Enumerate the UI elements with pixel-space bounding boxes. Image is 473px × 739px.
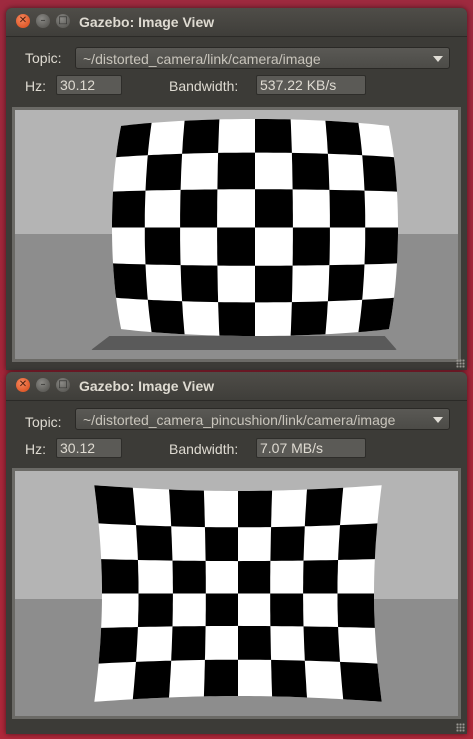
- checker-square: [327, 264, 365, 302]
- minimize-icon[interactable]: –: [36, 14, 50, 28]
- resize-grip-icon[interactable]: [456, 723, 465, 732]
- checker-square: [217, 227, 255, 266]
- topic-dropdown[interactable]: ~/distorted_camera/link/camera/image: [75, 47, 450, 69]
- checker-square: [116, 122, 152, 158]
- bandwidth-label: Bandwidth:: [169, 78, 239, 94]
- checker-square: [204, 527, 238, 562]
- checker-square: [338, 523, 378, 560]
- checker-square: [358, 297, 394, 333]
- checker-square: [98, 627, 138, 664]
- checker-square: [270, 593, 304, 627]
- camera-image-view[interactable]: [12, 107, 461, 362]
- topic-value: ~/distorted_camera_pincushion/link/camer…: [83, 412, 396, 428]
- minimize-icon[interactable]: –: [36, 378, 50, 392]
- checker-square: [362, 155, 397, 192]
- window-titlebar[interactable]: ✕ – □ Gazebo: Image View: [6, 8, 467, 37]
- image-view-window-2: ✕ – □ Gazebo: Image View Topic: ~/distor…: [6, 372, 467, 734]
- checker-square: [337, 593, 375, 628]
- maximize-icon[interactable]: □: [56, 378, 70, 392]
- checker-square: [290, 301, 328, 336]
- checker-square: [172, 560, 206, 594]
- checker-square: [325, 120, 363, 156]
- resize-grip-icon[interactable]: [456, 359, 465, 368]
- checker-square: [112, 190, 146, 228]
- checker-square: [218, 302, 255, 336]
- window-title: Gazebo: Image View: [79, 378, 215, 394]
- checker-square: [304, 487, 344, 527]
- hz-field: 30.12: [56, 75, 122, 95]
- checker-square: [182, 119, 220, 154]
- checker-square: [340, 661, 382, 702]
- topic-label: Topic:: [25, 414, 62, 430]
- chevron-down-icon: [433, 56, 443, 62]
- checker-square: [270, 526, 305, 561]
- checker-square: [238, 625, 272, 660]
- checker-square: [255, 119, 292, 153]
- checker-square: [364, 227, 398, 265]
- window-title: Gazebo: Image View: [79, 14, 215, 30]
- checker-square: [238, 490, 273, 528]
- checker-square: [329, 189, 366, 228]
- checker-square: [180, 265, 219, 303]
- hz-label: Hz:: [25, 78, 46, 94]
- checker-square: [132, 660, 172, 700]
- camera-image-view[interactable]: [12, 468, 461, 719]
- checker-square: [171, 626, 206, 661]
- checker-square: [180, 189, 218, 228]
- topic-dropdown[interactable]: ~/distorted_camera_pincushion/link/camer…: [75, 408, 450, 430]
- checker-square: [303, 560, 339, 594]
- checker-square: [217, 152, 255, 190]
- checker-square: [238, 560, 271, 594]
- checkerboard-image: [94, 485, 382, 702]
- hz-field: 30.12: [56, 438, 122, 458]
- bandwidth-field: 7.07 MB/s: [256, 438, 366, 458]
- bandwidth-label: Bandwidth:: [169, 441, 239, 457]
- checkerboard-image: [112, 119, 398, 336]
- topic-value: ~/distorted_camera/link/camera/image: [83, 51, 321, 67]
- checker-square: [169, 489, 205, 528]
- image-view-window-1: ✕ – □ Gazebo: Image View Topic: ~/distor…: [6, 8, 467, 370]
- checker-square: [101, 559, 139, 594]
- window-titlebar[interactable]: ✕ – □ Gazebo: Image View: [6, 372, 467, 401]
- topic-label: Topic:: [25, 50, 62, 66]
- checker-square: [292, 227, 330, 266]
- close-icon[interactable]: ✕: [16, 14, 30, 28]
- chevron-down-icon: [433, 417, 443, 423]
- hz-label: Hz:: [25, 441, 46, 457]
- checker-square: [94, 485, 136, 526]
- checker-square: [137, 593, 173, 627]
- checker-square: [147, 299, 185, 335]
- maximize-icon[interactable]: □: [56, 14, 70, 28]
- checker-square: [136, 525, 173, 561]
- checker-square: [113, 263, 148, 300]
- bandwidth-field: 537.22 KB/s: [256, 75, 366, 95]
- checker-square: [255, 265, 293, 303]
- checker-square: [271, 659, 307, 698]
- checker-square: [144, 227, 181, 266]
- checker-square: [255, 189, 293, 228]
- checker-square: [145, 153, 183, 191]
- checker-square: [291, 152, 330, 190]
- checker-square: [203, 659, 238, 697]
- checker-square: [303, 626, 340, 662]
- close-icon[interactable]: ✕: [16, 378, 30, 392]
- checker-square: [205, 593, 238, 627]
